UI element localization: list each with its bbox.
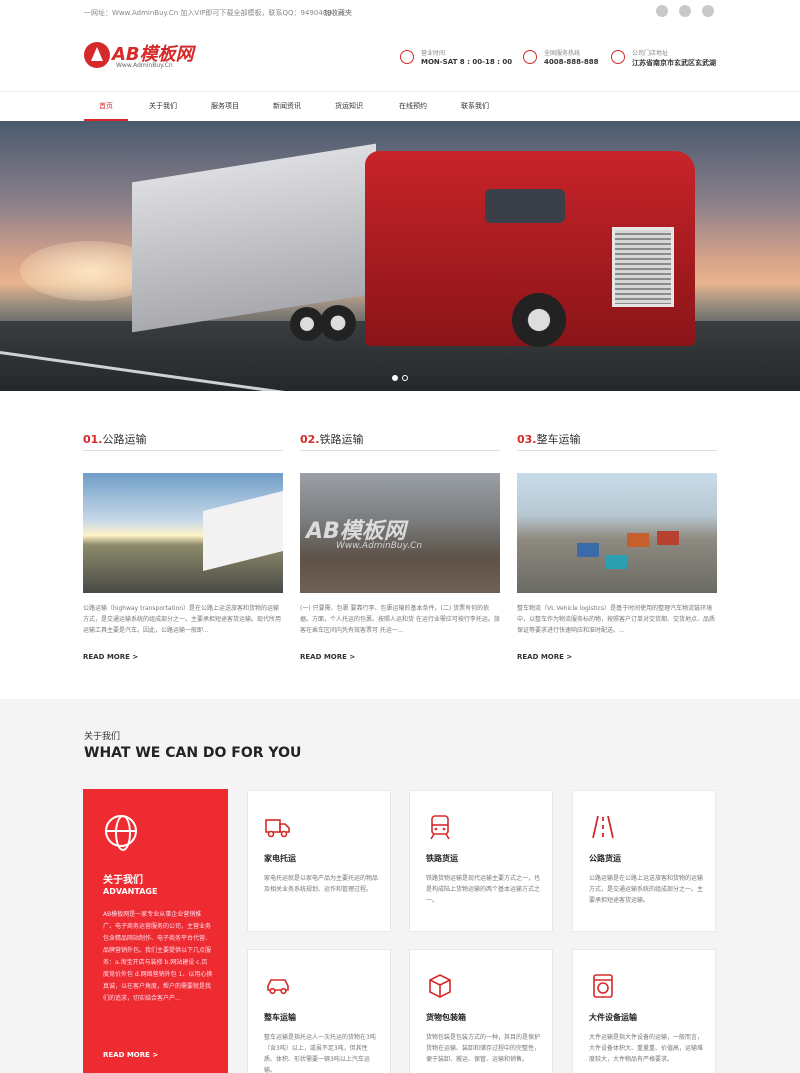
phone-icon	[523, 50, 537, 64]
read-more-link[interactable]: READ MORE >	[83, 653, 138, 661]
card-desc: 公路运输是在公路上运送旅客和货物的运输方式，是交通运输系统的组成部分之一。主要承…	[589, 875, 703, 904]
service-railway: 02.铁路运输 AB模板网 Www.AdminBuy.Cn (一) 只要需、包裹…	[300, 433, 500, 661]
washer-icon	[593, 974, 613, 998]
card-title: 公路货运	[589, 854, 621, 863]
logo-mark-icon	[84, 42, 110, 68]
car-icon	[267, 979, 289, 995]
card-desc: 整车运输是指托运人一次托运的货物在3吨（含3吨）以上，或虽不足3吨，但其性质、体…	[264, 1034, 376, 1073]
card-vehicle[interactable]: 整车运输 整车运输是指托运人一次托运的货物在3吨（含3吨）以上，或虽不足3吨，但…	[247, 949, 391, 1073]
watermark-url: Www.AdminBuy.Cn	[336, 541, 423, 551]
site-logo[interactable]: AB模板网 Www.AdminBuy.Cn	[84, 42, 204, 72]
nav-knowledge[interactable]: 货运知识	[326, 92, 372, 121]
nav-contact[interactable]: 联系我们	[452, 92, 498, 121]
card-desc: 铁路货物运输是现代运输主要方式之一，也是构成陆上货物运输的两个基本运输方式之一。	[426, 875, 540, 904]
card-title: 铁路货运	[426, 854, 458, 863]
card-desc: 货物包装是包装方式的一种，其目的是保护货物在运输、装卸和储存过程中的完整性，便于…	[426, 1034, 540, 1063]
card-title: 家电托运	[264, 854, 296, 863]
advantage-title: 关于我们	[103, 875, 143, 886]
nav-services[interactable]: 服务项目	[202, 92, 248, 121]
advantage-subtitle: ADVANTAGE	[103, 887, 158, 896]
wechat-icon[interactable]	[656, 5, 668, 17]
advantage-text: AB模板网是一家专业从事企业营销推广、电子商务运营服务的公司，主营业务包含精品网…	[103, 911, 213, 1002]
card-road-freight[interactable]: 公路货运 公路运输是在公路上运送旅客和货物的运输方式，是交通运输系统的组成部分之…	[572, 790, 716, 932]
hours-value: MON-SAT 8 : 00-18 : 00	[421, 58, 513, 66]
box-icon	[429, 974, 451, 998]
hotline-value: 4008-888-888	[544, 58, 599, 66]
advantage-panel: 关于我们 ADVANTAGE AB模板网是一家专业从事企业营销推广、电子商务运营…	[83, 789, 228, 1073]
slider-dot-1[interactable]	[392, 375, 398, 381]
top-bar: 一网址：Www.AdminBuy.Cn 加入VIP即可下载全部模板，联系QQ：9…	[0, 0, 800, 26]
service-desc: 公路运输（highway transportation）是在公路上运送旅客和货物…	[83, 605, 282, 634]
card-packaging[interactable]: 货物包装箱 货物包装是包装方式的一种，其目的是保护货物在运输、装卸和储存过程中的…	[409, 949, 553, 1073]
nav-about[interactable]: 关于我们	[140, 92, 186, 121]
nav-home[interactable]: 首页	[84, 92, 128, 121]
service-title[interactable]: 公路运输	[103, 433, 147, 446]
top-notice: 一网址：Www.AdminBuy.Cn 加入VIP即可下载全部模板，联系QQ：9…	[84, 9, 332, 17]
card-desc: 大件运输是指大件设备的运输，一般而言，大件设备体积大、重量重、价值高，运输难度较…	[589, 1034, 703, 1063]
train-icon	[430, 815, 450, 840]
hours-label: 营业时间	[421, 50, 446, 57]
about-heading: WHAT WE CAN DO FOR YOU	[84, 745, 302, 761]
truck-icon	[265, 819, 290, 838]
vehicle-logistics-photo[interactable]	[517, 473, 717, 593]
slider-dots	[392, 375, 408, 381]
railway-photo[interactable]: AB模板网 Www.AdminBuy.Cn	[300, 473, 500, 593]
weibo-icon[interactable]	[702, 5, 714, 17]
location-icon	[611, 50, 625, 64]
service-vehicle: 03.整车运输 整车物流（VL Vehicle logistics）是基于时间使…	[517, 433, 717, 661]
hotline-label: 全国服务热线	[544, 50, 581, 57]
card-title: 货物包装箱	[426, 1013, 466, 1022]
read-more-link[interactable]: READ MORE >	[517, 653, 572, 661]
hero-banner[interactable]	[0, 121, 800, 391]
nav-news[interactable]: 新闻资讯	[264, 92, 310, 121]
card-title: 大件设备运输	[589, 1013, 637, 1022]
service-title[interactable]: 铁路运输	[320, 433, 364, 446]
card-rail-freight[interactable]: 铁路货运 铁路货物运输是现代运输主要方式之一，也是构成陆上货物运输的两个基本运输…	[409, 790, 553, 932]
slider-dot-2[interactable]	[402, 375, 408, 381]
main-nav: 首页 关于我们 服务项目 新闻资讯 货运知识 在线预约 联系我们	[0, 91, 800, 121]
logo-url: Www.AdminBuy.Cn	[116, 62, 173, 69]
card-heavy-equipment[interactable]: 大件设备运输 大件运输是指大件设备的运输，一般而言，大件设备体积大、重量重、价值…	[572, 949, 716, 1073]
social-icons	[656, 5, 714, 17]
card-desc: 家电托运就是以家电产品为主要托运的物品及相关业务系统规划、运作和管理过程。	[264, 875, 378, 893]
about-section: 关于我们 WHAT WE CAN DO FOR YOU 关于我们 ADVANTA…	[0, 699, 800, 1073]
add-favorite-link[interactable]: 加收藏夹	[324, 8, 352, 18]
advantage-read-more[interactable]: READ MORE >	[103, 1051, 158, 1059]
address-label: 公司门店地址	[632, 50, 669, 57]
truck-trailer-image	[132, 143, 376, 333]
read-more-link[interactable]: READ MORE >	[300, 653, 355, 661]
service-highway: 01.公路运输 公路运输（highway transportation）是在公路…	[83, 433, 283, 661]
clock-icon	[400, 50, 414, 64]
address-value: 江苏省南京市玄武区玄武湖	[632, 59, 716, 67]
nav-booking[interactable]: 在线预约	[390, 92, 436, 121]
road-icon	[592, 815, 614, 839]
highway-photo[interactable]	[83, 473, 283, 593]
about-subtitle: 关于我们	[84, 732, 121, 742]
card-title: 整车运输	[264, 1013, 296, 1022]
qq-icon[interactable]	[679, 5, 691, 17]
service-desc: (一) 只要需、包裹 要靠行李、包裹运输的基本条件。(二) 货票有何的依据。方面…	[300, 605, 500, 634]
service-title[interactable]: 整车运输	[537, 433, 581, 446]
card-appliance[interactable]: 家电托运 家电托运就是以家电产品为主要托运的物品及相关业务系统规划、运作和管理过…	[247, 790, 391, 932]
service-desc: 整车物流（VL Vehicle logistics）是基于时间使用的整理汽车物流…	[517, 605, 716, 634]
globe-icon	[105, 815, 137, 851]
